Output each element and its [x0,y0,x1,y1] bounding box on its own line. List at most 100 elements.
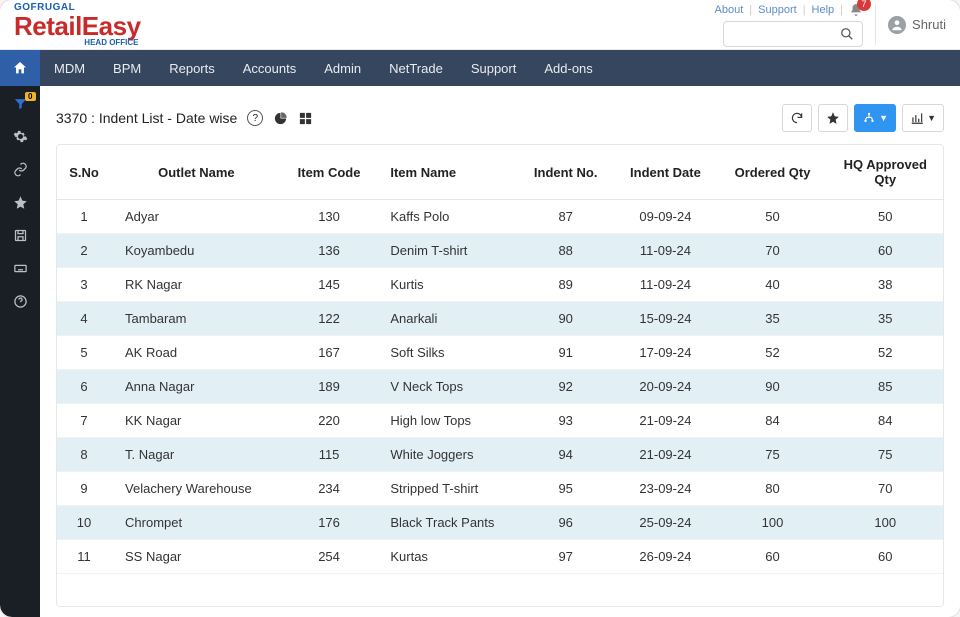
col-indent-date[interactable]: Indent Date [613,145,717,200]
cell-ordered: 50 [718,200,828,234]
col-outlet[interactable]: Outlet Name [111,145,282,200]
gear-icon[interactable] [13,129,28,144]
col-hq[interactable]: HQ Approved Qty [827,145,943,200]
cell-indent-no: 93 [518,404,613,438]
table-row[interactable]: 7KK Nagar220High low Tops9321-09-248484 [57,404,943,438]
cell-code: 145 [282,268,377,302]
support-link[interactable]: Support [758,4,797,16]
link-icon[interactable] [13,162,28,177]
help-icon[interactable] [13,294,28,309]
cell-outlet: SS Nagar [111,540,282,574]
bell-badge: 7 [857,0,871,11]
pie-icon[interactable] [273,111,288,126]
user-name: Shruti [912,17,946,32]
top-links: About | Support | Help | 7 [715,3,863,17]
indent-table-wrap: S.No Outlet Name Item Code Item Name Ind… [56,144,944,607]
page-actions: ▼ ▼ [782,104,944,132]
cell-item: White Joggers [376,438,518,472]
bell-icon[interactable]: 7 [849,3,863,17]
cell-outlet: T. Nagar [111,438,282,472]
table-row[interactable]: 10Chrompet176Black Track Pants9625-09-24… [57,506,943,540]
table-row[interactable]: 5AK Road167Soft Silks9117-09-245252 [57,336,943,370]
logo: GOFRUGAL RetailEasy HEAD OFFICE [14,3,141,47]
table-row[interactable]: 1Adyar130Kaffs Polo8709-09-245050 [57,200,943,234]
cell-code: 254 [282,540,377,574]
left-sidebar: 0 [0,86,40,617]
nav-item-admin[interactable]: Admin [310,50,375,86]
link-sep: | [840,4,843,16]
nav-item-bpm[interactable]: BPM [99,50,155,86]
cell-code: 189 [282,370,377,404]
cell-outlet: Velachery Warehouse [111,472,282,506]
info-icon[interactable]: ? [247,110,263,126]
cell-sno: 8 [57,438,111,472]
cell-outlet: Adyar [111,200,282,234]
col-sno[interactable]: S.No [57,145,111,200]
keyboard-icon[interactable] [13,261,28,276]
nav-items: MDMBPMReportsAccountsAdminNetTradeSuppor… [40,50,607,86]
cell-sno: 9 [57,472,111,506]
cell-outlet: RK Nagar [111,268,282,302]
header-right: About | Support | Help | 7 [715,3,946,47]
nav-item-nettrade[interactable]: NetTrade [375,50,457,86]
search-icon [840,27,854,41]
table-row[interactable]: 3RK Nagar145Kurtis8911-09-244038 [57,268,943,302]
cell-sno: 3 [57,268,111,302]
grid-icon[interactable] [298,111,313,126]
top-header: GOFRUGAL RetailEasy HEAD OFFICE About | … [0,0,960,50]
cell-indent-no: 91 [518,336,613,370]
search-input[interactable] [723,21,863,47]
nav-item-mdm[interactable]: MDM [40,50,99,86]
cell-ordered: 90 [718,370,828,404]
table-row[interactable]: 4Tambaram122Anarkali9015-09-243535 [57,302,943,336]
nav-item-support[interactable]: Support [457,50,531,86]
nav-item-reports[interactable]: Reports [155,50,229,86]
home-icon[interactable] [0,50,40,86]
col-item[interactable]: Item Name [376,145,518,200]
cell-indent-no: 94 [518,438,613,472]
table-row[interactable]: 11SS Nagar254Kurtas9726-09-246060 [57,540,943,574]
col-indent-no[interactable]: Indent No. [518,145,613,200]
cell-code: 176 [282,506,377,540]
table-row[interactable]: 2Koyambedu136Denim T-shirt8811-09-247060 [57,234,943,268]
table-row[interactable]: 8T. Nagar115White Joggers9421-09-247575 [57,438,943,472]
help-link[interactable]: Help [812,4,835,16]
save-icon[interactable] [13,228,28,243]
cell-ordered: 70 [718,234,828,268]
filter-badge: 0 [25,92,35,101]
page-header: 3370 : Indent List - Date wise ? [56,104,944,132]
table-row[interactable]: 9Velachery Warehouse234Stripped T-shirt9… [57,472,943,506]
app-window: GOFRUGAL RetailEasy HEAD OFFICE About | … [0,0,960,617]
user-menu[interactable]: Shruti [888,16,946,34]
about-link[interactable]: About [715,4,744,16]
col-ordered[interactable]: Ordered Qty [718,145,828,200]
col-code[interactable]: Item Code [282,145,377,200]
cell-hq: 60 [827,540,943,574]
cell-hq: 52 [827,336,943,370]
cell-indent-date: 21-09-24 [613,438,717,472]
cell-outlet: Koyambedu [111,234,282,268]
refresh-button[interactable] [782,104,812,132]
star-icon[interactable] [13,195,28,210]
cell-indent-no: 89 [518,268,613,302]
nav-item-accounts[interactable]: Accounts [229,50,310,86]
chart-button[interactable]: ▼ [902,104,944,132]
cell-hq: 38 [827,268,943,302]
table-row[interactable]: 6Anna Nagar189V Neck Tops9220-09-249085 [57,370,943,404]
cell-code: 167 [282,336,377,370]
cell-sno: 2 [57,234,111,268]
cell-item: Black Track Pants [376,506,518,540]
hierarchy-button[interactable]: ▼ [854,104,896,132]
cell-indent-no: 96 [518,506,613,540]
cell-sno: 5 [57,336,111,370]
cell-item: Anarkali [376,302,518,336]
main-nav: MDMBPMReportsAccountsAdminNetTradeSuppor… [0,50,960,86]
favorite-button[interactable] [818,104,848,132]
cell-item: Kurtas [376,540,518,574]
cell-indent-no: 95 [518,472,613,506]
cell-ordered: 75 [718,438,828,472]
nav-item-add-ons[interactable]: Add-ons [530,50,606,86]
avatar-icon [888,16,906,34]
filter-icon[interactable]: 0 [13,96,28,111]
cell-sno: 6 [57,370,111,404]
